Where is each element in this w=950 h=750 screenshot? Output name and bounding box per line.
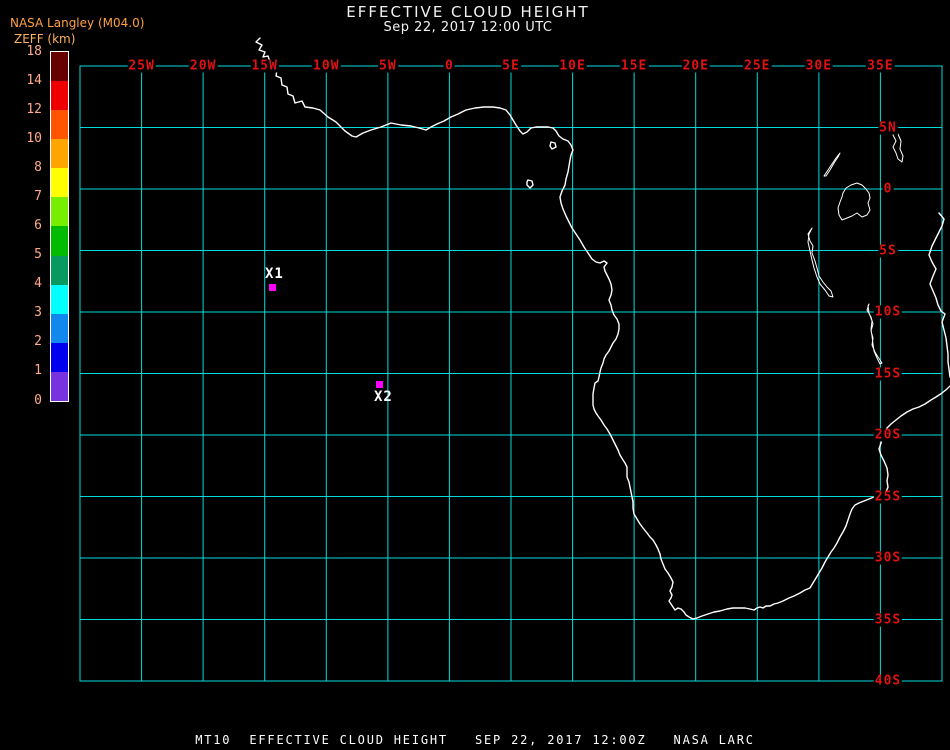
lon-label-5E: 5E xyxy=(501,58,521,74)
lat-label-5N: 5N xyxy=(878,120,898,135)
lon-label-5W: 5W xyxy=(378,58,398,74)
lon-label-0: 0 xyxy=(444,58,455,74)
lon-label-10E: 10E xyxy=(558,58,587,74)
colorbar-segment-8 xyxy=(51,284,68,314)
colorbar-segment-11 xyxy=(51,371,68,401)
lon-label-20E: 20E xyxy=(681,58,710,74)
lake-albert xyxy=(823,152,841,177)
colorbar-tick-2: 2 xyxy=(34,334,42,350)
lon-label-15E: 15E xyxy=(619,58,649,74)
lat-label-40S: 40S xyxy=(873,673,903,689)
colorbar-tick-8: 8 xyxy=(34,160,42,176)
colorbar-tick-10: 10 xyxy=(26,130,42,146)
lat-label-10S: 10S xyxy=(873,304,903,320)
colorbar-tick-3: 3 xyxy=(34,305,42,321)
lon-label-10W: 10W xyxy=(312,58,341,74)
plot-canvas: EFFECTIVE CLOUD HEIGHT Sep 22, 2017 12:0… xyxy=(0,0,950,750)
lat-label-0: 0 xyxy=(882,181,894,197)
sao-tome-island xyxy=(526,179,534,189)
colorbar-tick-5: 5 xyxy=(34,247,42,263)
colorbar-tick-7: 7 xyxy=(34,189,42,205)
colorbar-tick-4: 4 xyxy=(34,276,42,292)
source-label: NASA Langley (M04.0) xyxy=(10,16,145,30)
africa-coastline xyxy=(255,37,950,620)
colorbar-tick-6: 6 xyxy=(34,218,42,234)
lat-label-25S: 25S xyxy=(873,489,903,504)
lon-label-35E: 35E xyxy=(866,58,895,74)
lon-label-15W: 15W xyxy=(250,58,279,74)
colorbar-segment-0 xyxy=(51,52,68,82)
footer-caption: MT10 EFFECTIVE CLOUD HEIGHT SEP 22, 2017… xyxy=(195,733,755,747)
marker-x1-label: X1 xyxy=(265,266,284,282)
lat-label-15S: 15S xyxy=(873,366,903,381)
lat-label-30S: 30S xyxy=(873,550,903,566)
marker-x1-point xyxy=(269,284,276,291)
colorbar-segment-6 xyxy=(51,226,68,256)
lat-label-35S: 35S xyxy=(873,612,903,627)
colorbar-segment-2 xyxy=(51,110,68,140)
colorbar-tick-18: 18 xyxy=(26,43,42,59)
map-graphics xyxy=(79,37,950,682)
colorbar-tick-0: 0 xyxy=(34,392,42,408)
marker-x2-label: X2 xyxy=(374,389,393,405)
lon-label-30E: 30E xyxy=(804,58,834,74)
colorbar-tick-12: 12 xyxy=(26,101,42,117)
lat-label-20S: 20S xyxy=(873,427,903,443)
west-africa-coast xyxy=(255,37,950,620)
colorbar-segment-1 xyxy=(51,81,68,111)
lon-label-20W: 20W xyxy=(188,58,218,74)
colorbar xyxy=(50,51,69,402)
lon-label-25W: 25W xyxy=(127,58,156,74)
lon-label-25E: 25E xyxy=(743,58,772,74)
colorbar-segment-9 xyxy=(51,313,68,343)
lake-tanganyika xyxy=(807,227,834,298)
lat-label-5S: 5S xyxy=(878,243,898,258)
colorbar-tick-1: 1 xyxy=(34,363,42,379)
colorbar-segment-7 xyxy=(51,255,68,285)
colorbar-segment-3 xyxy=(51,139,68,169)
bioko-island xyxy=(549,141,557,150)
colorbar-segment-5 xyxy=(51,197,68,227)
colorbar-tick-14: 14 xyxy=(26,72,42,88)
colorbar-segment-10 xyxy=(51,342,68,372)
latlon-grid xyxy=(79,65,943,682)
east-africa-coast xyxy=(928,212,950,378)
marker-x2-point xyxy=(376,381,383,388)
colorbar-segment-4 xyxy=(51,168,68,198)
